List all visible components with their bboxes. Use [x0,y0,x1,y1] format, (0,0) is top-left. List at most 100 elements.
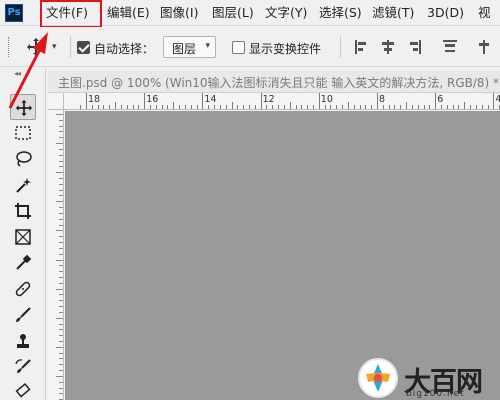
move-icon [27,38,45,56]
tool-preset-picker[interactable]: ▾ [24,37,66,57]
ruler-tick [248,105,250,109]
ruler-tick [80,105,82,109]
ruler-tick [283,105,285,109]
ruler-tick [155,105,157,109]
ruler-tick [446,105,448,109]
ruler-label: 14 [204,94,217,105]
eraser-tool[interactable] [10,378,36,400]
ruler-tick [470,105,472,109]
ruler-tick [59,131,63,133]
ruler-label: 6 [437,94,444,105]
document-tab[interactable]: 主图.psd @ 100% (Win10输入法图标消失且只能 输入英文的解决方法… [48,70,500,93]
ruler-tick [289,102,291,109]
ruler-tick [59,306,63,308]
ruler-tick [441,105,443,109]
ruler-tick [59,370,63,372]
ruler-tick [59,393,63,395]
photoshop-logo-icon[interactable]: Ps [5,4,23,22]
ruler-label: 4 [495,94,500,105]
ruler-tick [330,105,332,109]
horizontal-ruler[interactable]: 1816141210864202 [64,93,500,110]
ruler-tick [394,105,396,109]
ruler-tick [475,105,477,109]
panel-collapse-icon[interactable]: ◂◂ [14,69,21,78]
ruler-tick [56,259,63,261]
menu-3d[interactable]: 3D(D) [427,5,464,21]
menu-layer[interactable]: 图层(L) [212,5,254,21]
menu-view[interactable]: 视 [478,5,491,21]
brush-tool[interactable] [10,302,36,328]
crop-tool[interactable] [10,198,36,224]
eyedropper-icon [16,254,32,270]
eyedropper-tool[interactable] [10,250,36,276]
marquee-icon [15,126,31,140]
align-bottom-edges-icon[interactable] [406,39,422,55]
ruler-tick [59,340,63,342]
document-title: 主图.psd @ 100% (Win10输入法图标消失且只能 输入英文的解决方法… [58,76,500,90]
ruler-tick [452,105,454,109]
move-tool[interactable] [10,94,36,120]
ruler-tick [132,105,134,109]
options-bar-grip[interactable] [8,37,11,57]
lasso-tool[interactable] [10,146,36,172]
ruler-tick [161,105,163,109]
auto-select-checkbox[interactable] [77,41,90,54]
clone-stamp-tool[interactable] [10,328,36,354]
ruler-tick [59,218,63,220]
move-icon [15,99,33,117]
ruler-tick [109,105,111,109]
crop-icon [15,203,31,219]
separator [70,36,71,58]
ruler-tick [56,114,63,115]
ruler-tick [377,93,378,109]
align-vertical-centers-icon[interactable] [380,39,396,55]
ruler-label: 10 [320,94,333,105]
ruler-tick [59,329,63,331]
ruler-tick [324,105,326,109]
ruler-tick [150,105,152,109]
vertical-ruler[interactable] [48,110,64,400]
ruler-tick [184,105,186,109]
ruler-tick [254,105,256,109]
frame-icon [15,229,31,245]
show-transform-controls-checkbox[interactable] [232,41,245,54]
ruler-tick [318,93,320,109]
watermark-url: big100.net [406,389,465,399]
watermark-logo-icon [358,358,398,398]
ruler-label: 18 [88,94,101,105]
ruler-tick [59,160,63,162]
ruler-tick [59,224,63,226]
ruler-label: 12 [262,94,275,105]
ruler-tick [219,105,221,109]
ruler-tick [400,105,402,109]
align-horizontal-centers-icon[interactable] [476,39,492,55]
spot-healing-brush-tool[interactable] [10,276,36,302]
stamp-icon [17,334,29,348]
frame-tool[interactable] [10,224,36,250]
magic-wand-tool[interactable] [10,172,36,198]
ruler-tick [59,294,63,296]
align-left-edges-icon[interactable] [442,39,458,55]
bandage-icon [15,281,31,297]
brush-icon [16,307,31,322]
eraser-icon [15,383,31,398]
history-brush-tool[interactable] [10,354,36,380]
ruler-tick [237,105,239,109]
ruler-tick [59,282,63,284]
ruler-tick [59,276,63,278]
auto-select-target-dropdown[interactable]: 图层 ▾ [163,36,216,58]
menu-type[interactable]: 文字(Y) [265,5,307,21]
menu-select[interactable]: 选择(S) [319,5,362,21]
menu-edit[interactable]: 编辑(E) [107,5,150,21]
menu-filter[interactable]: 滤镜(T) [372,5,414,21]
ruler-label: 8 [379,94,386,105]
ruler-tick [493,93,495,109]
align-top-edges-icon[interactable] [354,39,370,55]
ruler-tick [59,311,63,313]
ruler-origin[interactable] [48,93,64,110]
ruler-tick [190,105,192,109]
menu-image[interactable]: 图像(I) [160,5,198,21]
rectangular-marquee-tool[interactable] [10,120,36,146]
ruler-tick [417,105,419,109]
ruler-tick [481,105,483,109]
